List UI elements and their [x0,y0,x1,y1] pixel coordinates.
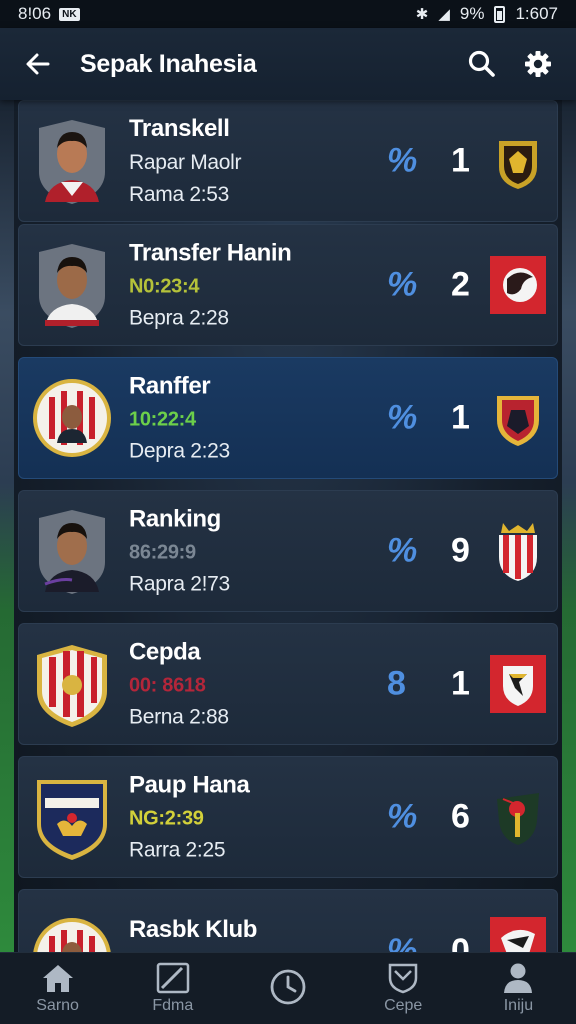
item-subtitle: Depra 2:23 [129,439,230,463]
status-time: 8!06 [18,4,52,23]
status-bar: 8!06 NK ✱ ◢ 9% 1:607 [0,0,576,28]
stadium-edge-left [0,100,14,952]
list-item[interactable]: Transkell Rapar Maolr Rama 2:53 % 1 [18,100,558,222]
nav-label: Cepe [384,997,423,1014]
home-icon [42,965,73,992]
item-detail: Rama 2:53 [129,183,230,206]
item-title: Ranffer [129,372,211,400]
item-score: 6 [451,797,470,836]
trend-indicator: % [387,932,418,952]
profile-icon [504,963,533,993]
item-title: Transkell [129,115,230,142]
item-title: Transfer Hanin [129,239,292,267]
item-code: NG:2:39 [129,807,204,830]
nav-label: Fdma [152,997,194,1014]
back-arrow-icon [26,53,50,75]
club-crest-icon [490,655,546,713]
list-item[interactable]: Ranffer 10:22:4 Depra 2:23 % 1 [18,357,558,479]
club-crest-icon [497,396,539,446]
ranking-list[interactable]: Transkell Rapar Maolr Rama 2:53 % 1 Tran… [18,100,558,952]
item-subtitle: Berna 2:88 [129,705,229,729]
list-item[interactable]: Cepda 00: 8618 Berna 2:88 8 1 [18,623,558,745]
item-score: 9 [451,531,470,570]
club-badge-avatar [37,780,107,860]
search-icon [468,50,495,77]
item-score: 1 [451,398,470,437]
club-crest-icon [497,793,539,845]
item-title: Ranking [129,505,221,533]
list-item[interactable]: Paup Hana NG:2:39 Rarra 2:25 % 6 [18,756,558,878]
item-subtitle: Rarra 2:25 [129,838,226,862]
club-badge-avatar [33,918,111,952]
club-crest-icon [490,917,546,952]
club-crest-icon [490,256,546,314]
item-score: 1 [451,141,470,180]
trend-indicator: % [387,141,418,180]
list-item[interactable]: Transfer Hanin N0:23:4 Bepra 2:28 % 2 [18,224,558,346]
list-item[interactable]: Rasbk Klub % 0 [18,889,558,952]
trend-indicator: % [387,797,418,836]
player-avatar [39,510,105,594]
item-subtitle: Bepra 2:28 [129,306,229,330]
item-subtitle: Rapra 2!73 [129,572,230,596]
status-clock: 1:607 [515,4,558,23]
nav-stats[interactable]: Fdma [115,953,230,1024]
bottom-navigation: Sarno Fdma Cepe Iniju [0,952,576,1024]
search-button[interactable] [462,44,502,84]
battery-icon [494,5,506,23]
item-subtitle: Rapar Maolr [129,151,242,174]
stadium-edge-right [562,100,576,952]
bluetooth-icon: ✱ [415,6,429,23]
notification-badge: NK [59,7,80,21]
page-title: Sepak Inahesia [80,49,257,78]
club-badge-avatar [33,379,111,457]
trend-indicator: % [387,265,418,304]
club-crest-icon [499,141,537,189]
item-code: 00: 8618 [129,674,206,697]
wifi-icon: ◢ [438,6,450,23]
trend-indicator: % [387,398,418,437]
clock-icon [270,969,306,1005]
item-title: Cepda [129,638,201,666]
nav-label: Iniju [503,997,534,1014]
shield-icon [388,963,418,994]
nav-clubs[interactable]: Cepe [346,953,461,1024]
trend-indicator: 8 [387,664,406,703]
item-score: 2 [451,265,470,304]
nav-schedule[interactable] [230,953,345,1024]
item-code: N0:23:4 [129,275,200,298]
nav-home[interactable]: Sarno [0,953,115,1024]
club-badge-avatar [37,645,107,727]
list-item[interactable]: Ranking 86:29:9 Rapra 2!73 % 9 [18,490,558,612]
settings-button[interactable] [518,44,558,84]
trend-indicator: % [387,531,418,570]
chart-icon [156,962,190,994]
app-bar: Sepak Inahesia [0,28,576,100]
back-button[interactable] [18,44,58,84]
nav-profile[interactable]: Iniju [461,953,576,1024]
item-score: 1 [451,664,470,703]
item-title: Paup Hana [129,771,250,799]
item-score: 0 [451,932,470,952]
gear-icon [525,51,551,77]
item-code: 10:22:4 [129,408,196,431]
nav-label: Sarno [36,997,79,1014]
club-crest-icon [499,523,537,581]
item-title: Rasbk Klub [129,916,258,943]
battery-percent: 9% [459,4,485,23]
player-avatar [39,244,105,328]
player-avatar [39,120,105,204]
item-code: 86:29:9 [129,541,196,564]
